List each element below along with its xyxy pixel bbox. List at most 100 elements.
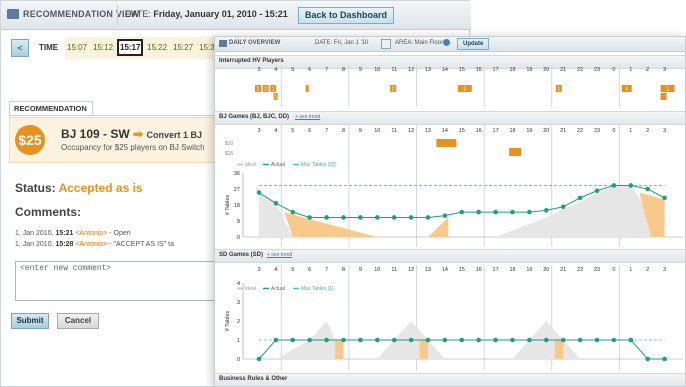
- hour-tick-label: 18: [509, 267, 515, 273]
- hv-count-label: 1: [274, 95, 277, 101]
- hour-tick-label: 7: [325, 128, 328, 134]
- actual-point: [341, 337, 346, 343]
- hour-tick-label: 11: [391, 267, 397, 273]
- hour-tick-label: 5: [291, 267, 294, 273]
- hv-player-marker: [555, 85, 562, 92]
- hour-tick-label: 1: [629, 267, 632, 273]
- update-button[interactable]: Update: [457, 38, 490, 50]
- actual-point: [662, 195, 667, 201]
- time-option[interactable]: 15:12: [93, 43, 113, 52]
- section-title: Interrupted HV Players: [219, 58, 284, 64]
- actual-point: [324, 337, 329, 343]
- actual-point: [544, 337, 549, 343]
- status-value: Accepted as is: [58, 181, 143, 195]
- hour-tick-label: 19: [526, 128, 532, 134]
- actual-point: [577, 195, 583, 201]
- hour-tick-label: 14: [442, 267, 448, 273]
- see-trend-link[interactable]: + see trend: [295, 114, 320, 120]
- section-bj-games: BJ Games (BJ, BJC, DD) + see trend: [215, 111, 685, 125]
- actual-point: [341, 215, 346, 220]
- chevron-down-icon[interactable]: [443, 39, 450, 46]
- hour-tick-label: 15: [459, 128, 465, 134]
- hv-count-label: 2: [392, 87, 395, 93]
- hour-tick-label: 12: [408, 267, 414, 273]
- hour-tick-label: 4: [274, 128, 277, 134]
- comment-user[interactable]: <Antonio>: [75, 241, 107, 248]
- y-tick-label: 0: [237, 235, 240, 241]
- excess-area: [284, 212, 449, 237]
- y-tick-label: 4: [237, 281, 240, 287]
- hv-count-label: 1: [666, 87, 669, 93]
- time-option[interactable]: 15:3: [199, 43, 215, 52]
- actual-point: [425, 337, 431, 343]
- hv-count-label: 2: [257, 87, 260, 93]
- hour-tick-label: 17: [493, 128, 499, 134]
- hour-tick-label: 14: [442, 128, 448, 134]
- recommendation-description: Occupancy for $25 players on BJ Switch: [61, 143, 205, 152]
- bj-event-marker: [436, 139, 457, 147]
- comment-date: 1, Jan 2010.: [15, 230, 54, 237]
- tab-recommendation[interactable]: RECOMMENDATION: [9, 101, 93, 116]
- hour-tick-label: 6: [308, 128, 311, 134]
- actual-point: [560, 337, 566, 343]
- actual-point: [476, 337, 482, 343]
- hour-tick-label: 21: [560, 128, 566, 134]
- daily-overview-header: DAILY OVERVIEW DATE: Fri, Jan 1 '10 AREA…: [215, 37, 685, 52]
- y-tick-label: 9: [237, 219, 240, 225]
- time-option[interactable]: 15:27: [173, 43, 193, 52]
- actual-point: [544, 208, 549, 213]
- hv-count-label: 3: [463, 87, 466, 93]
- hour-tick-label: 8: [342, 267, 345, 273]
- actual-point: [273, 200, 279, 206]
- actual-point: [594, 337, 600, 343]
- actual-point: [594, 188, 600, 194]
- actual-line: [258, 184, 665, 218]
- hv-player-marker: [262, 85, 269, 92]
- comment-user[interactable]: <Antonio>: [75, 230, 107, 237]
- calendar-icon[interactable]: [381, 39, 391, 49]
- time-option[interactable]: 15:22: [147, 43, 167, 52]
- actual-point: [290, 209, 296, 215]
- legend-ideal: Ideal: [245, 162, 256, 168]
- hour-tick-label: 3: [663, 267, 666, 273]
- hour-tick-label: 20: [543, 267, 549, 273]
- actual-point: [527, 337, 532, 343]
- actual-point: [510, 209, 515, 215]
- see-trend-link[interactable]: + see trend: [267, 252, 292, 258]
- time-label: TIME: [39, 43, 59, 52]
- ideal-area: [275, 321, 344, 359]
- actual-point: [256, 190, 262, 195]
- hour-tick-label: 13: [425, 128, 431, 134]
- recommendation-header: RECOMMENDATION VIEW DATE: Friday, Januar…: [1, 1, 471, 30]
- hour-tick-label: 16: [476, 128, 482, 134]
- prev-time-button[interactable]: <: [11, 39, 29, 57]
- hour-tick-label: 10: [374, 128, 380, 134]
- hour-tick-label: 9: [359, 267, 362, 273]
- back-to-dashboard-button[interactable]: Back to Dashboard: [298, 7, 395, 24]
- hour-tick-label: 21: [560, 267, 566, 273]
- cancel-button[interactable]: Cancel: [57, 313, 99, 329]
- comments-heading: Comments:: [15, 205, 82, 219]
- section-title: Business Rules & Other: [219, 376, 288, 382]
- legend-actual: Actual: [271, 286, 285, 292]
- actual-point: [476, 209, 482, 215]
- hour-tick-label: 6: [308, 267, 311, 273]
- submit-button[interactable]: Submit: [11, 313, 49, 329]
- actual-point: [645, 356, 650, 362]
- excess-area: [639, 192, 665, 237]
- actual-point: [375, 337, 380, 343]
- window-title: RECOMMENDATION VIEW: [23, 9, 140, 19]
- recommendation-headline: BJ 109 - SW ➡ Convert 1 BJ: [61, 127, 202, 141]
- y-tick-label: 2: [237, 319, 240, 325]
- comment-input[interactable]: <enter new comment>: [15, 261, 215, 301]
- actual-point: [358, 337, 363, 343]
- actual-line: [258, 339, 665, 360]
- actual-point: [391, 337, 397, 343]
- time-option-selected[interactable]: 15:17: [117, 39, 144, 56]
- time-option[interactable]: 15:07: [67, 43, 87, 52]
- hour-tick-label: 17: [493, 267, 499, 273]
- y-tick-label: 0: [237, 357, 240, 363]
- hour-tick-label: 3: [257, 267, 260, 273]
- actual-point: [442, 213, 448, 218]
- daily-overview-window: DAILY OVERVIEW DATE: Fri, Jan 1 '10 AREA…: [214, 36, 686, 387]
